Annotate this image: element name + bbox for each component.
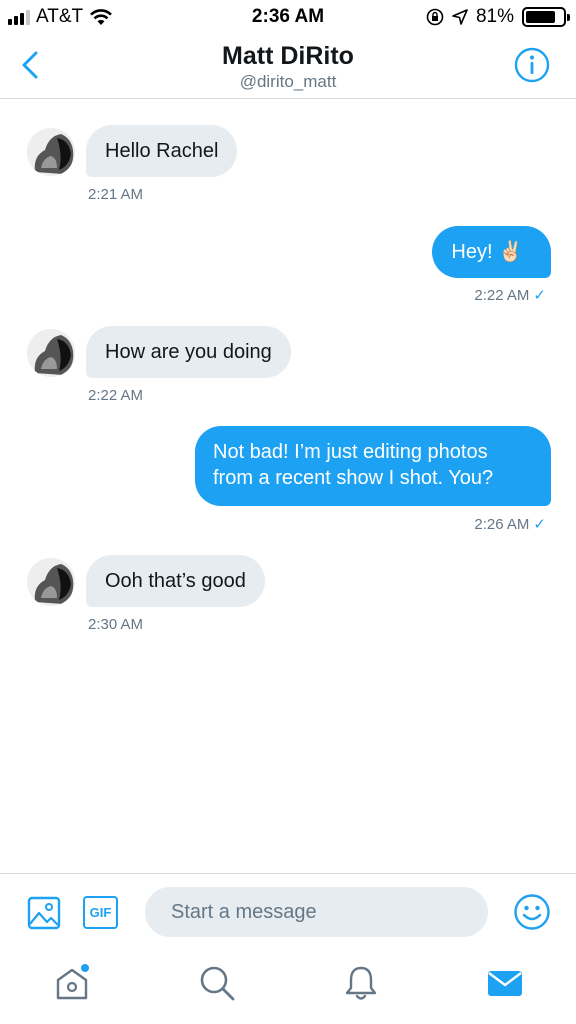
message-input[interactable]: Start a message (145, 887, 488, 937)
avatar[interactable] (27, 128, 75, 176)
location-icon (452, 9, 468, 25)
status-right: 81% (426, 6, 570, 28)
message-line: Not bad! I’m just editing photos (213, 441, 488, 463)
message-timestamp: 2:22 AM (88, 387, 144, 404)
contact-handle: @dirito_matt (239, 72, 337, 91)
message-bubble[interactable]: Hey! ✌🏻 (432, 226, 551, 278)
rotation-lock-icon (426, 8, 444, 26)
messages-icon[interactable] (485, 963, 525, 1003)
message-line: from a recent show I shot. You? (213, 467, 494, 489)
message-timestamp: 2:30 AM (88, 616, 144, 633)
read-check-icon: ✓ (533, 516, 546, 533)
avatar[interactable] (27, 558, 75, 606)
message-bubble[interactable]: Hello Rachel (86, 125, 238, 177)
avatar[interactable] (27, 329, 75, 377)
info-icon[interactable] (514, 47, 550, 83)
battery-fill (526, 11, 556, 23)
message-bubble[interactable]: Ooh that’s good (86, 555, 265, 607)
home-icon[interactable] (52, 963, 92, 1003)
tab-bar (0, 949, 576, 1024)
emoji-icon[interactable] (513, 893, 551, 931)
message-composer: GIF Start a message (0, 873, 576, 949)
message-timestamp: 2:22 AM (474, 287, 530, 304)
message-timestamp-row: 2:22 AM ✓ (474, 286, 546, 304)
message-bubble[interactable]: How are you doing (86, 326, 291, 378)
image-icon[interactable] (27, 896, 61, 930)
notifications-icon[interactable] (341, 963, 381, 1003)
contact-name[interactable]: Matt DiRito (0, 42, 576, 71)
message-timestamp-row: 2:26 AM ✓ (474, 515, 546, 533)
message-timestamp: 2:26 AM (474, 516, 530, 533)
gif-icon[interactable]: GIF (83, 896, 118, 929)
message-timestamp: 2:21 AM (88, 186, 144, 203)
status-bar: AT&T 2:36 AM 81% (0, 0, 576, 34)
battery-percent: 81% (475, 6, 514, 27)
search-icon[interactable] (197, 963, 237, 1003)
battery-icon (522, 7, 570, 27)
conversation-header: Matt DiRito @dirito_matt (0, 34, 576, 99)
message-bubble[interactable]: Not bad! I’m just editing photos from a … (195, 426, 551, 506)
read-check-icon: ✓ (533, 287, 546, 304)
